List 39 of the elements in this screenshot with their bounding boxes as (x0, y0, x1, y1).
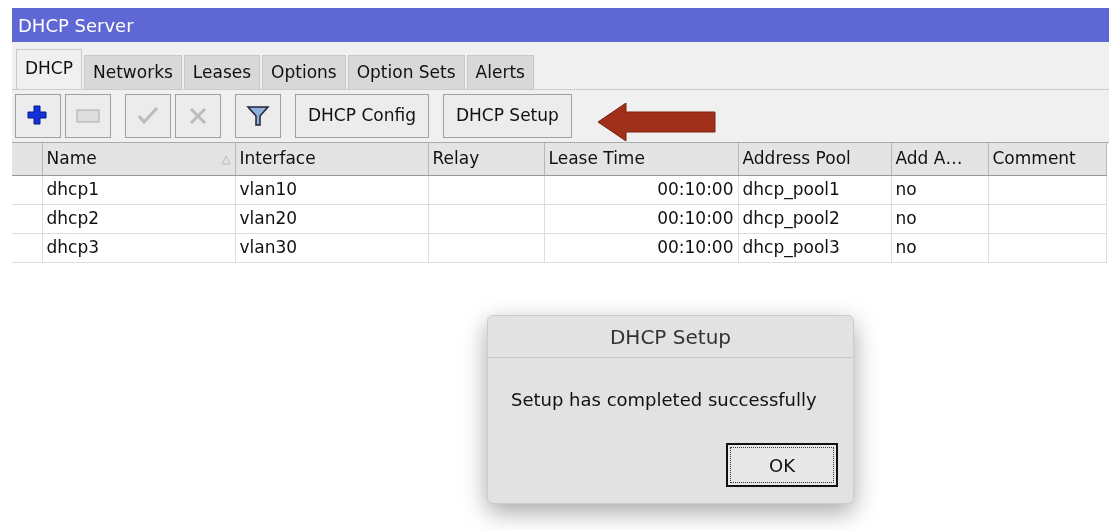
column-header[interactable]: Name (42, 143, 235, 175)
ok-button[interactable]: OK (726, 443, 838, 487)
window-title: DHCP Server (12, 8, 1109, 42)
table-cell: dhcp_pool1 (738, 175, 891, 204)
add-button[interactable] (15, 94, 61, 138)
plus-icon (26, 104, 50, 128)
tab[interactable]: Networks (84, 55, 182, 89)
filter-icon (246, 104, 270, 128)
tab[interactable]: DHCP (16, 49, 82, 89)
column-header[interactable]: Address Pool (738, 143, 891, 175)
toolbar-button[interactable]: DHCP Setup (442, 94, 572, 138)
table-cell: dhcp_pool3 (738, 233, 891, 262)
tab[interactable]: Option Sets (347, 55, 465, 89)
tab[interactable]: Alerts (466, 55, 534, 89)
toolbar-button[interactable]: DHCP Config (295, 94, 429, 138)
table-cell: no (891, 204, 988, 233)
arrow-icon (598, 103, 716, 141)
column-header[interactable]: Lease Time (544, 143, 738, 175)
table-cell: 00:10:00 (544, 233, 738, 262)
table-cell: vlan10 (235, 175, 428, 204)
tab[interactable]: Leases (183, 55, 261, 89)
table-cell: vlan30 (235, 233, 428, 262)
filter-button[interactable] (235, 94, 281, 138)
table-cell: no (891, 175, 988, 204)
table-cell: 00:10:00 (544, 175, 738, 204)
table-cell: dhcp1 (42, 175, 235, 204)
table-cell: 00:10:00 (544, 204, 738, 233)
dialog-message: Setup has completed successfully (511, 389, 817, 410)
column-header[interactable]: Relay (428, 143, 544, 175)
table-cell: dhcp_pool2 (738, 204, 891, 233)
tab[interactable]: Options (262, 55, 346, 89)
dialog-title: DHCP Setup (488, 316, 853, 358)
table-cell: dhcp2 (42, 204, 235, 233)
table-cell: vlan20 (235, 204, 428, 233)
column-header[interactable]: Comment (988, 143, 1106, 175)
column-header[interactable]: Add A… (891, 143, 988, 175)
column-header[interactable]: Interface (235, 143, 428, 175)
table-cell: no (891, 233, 988, 262)
table-cell: dhcp3 (42, 233, 235, 262)
